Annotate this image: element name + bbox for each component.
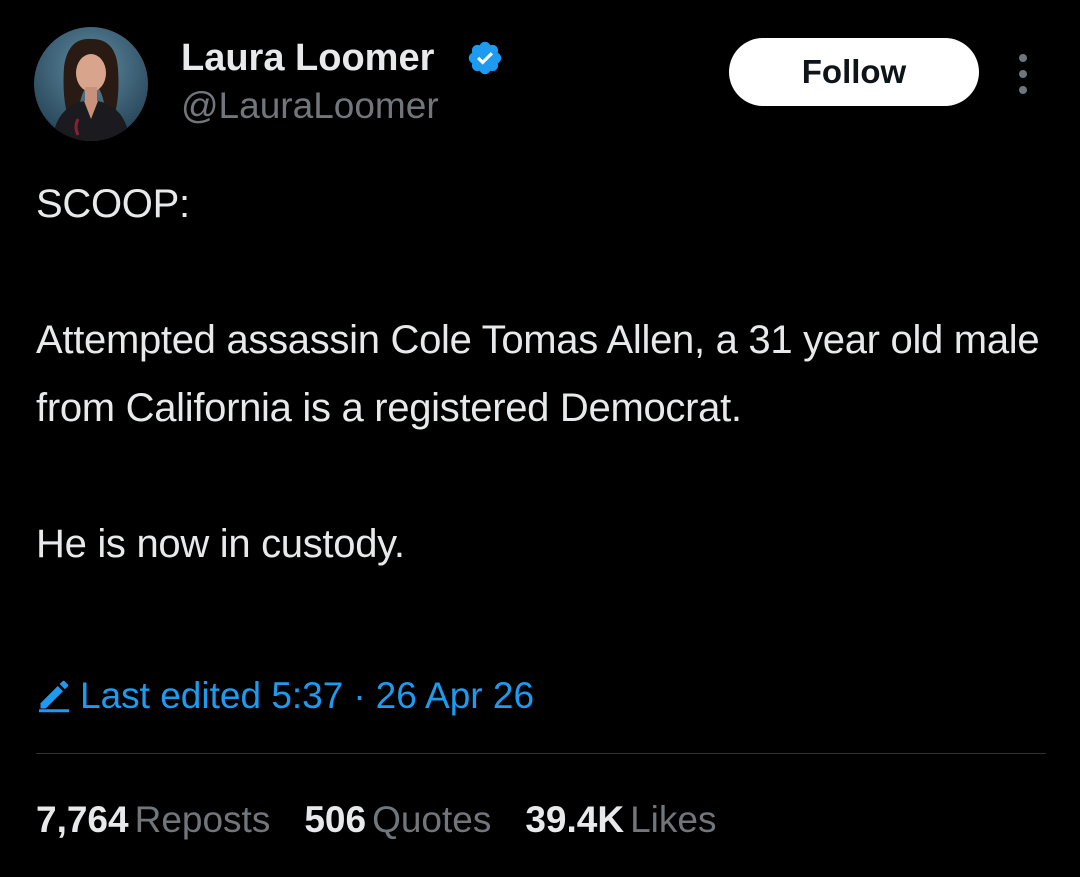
- quotes-stat[interactable]: 506 Quotes: [304, 795, 491, 845]
- likes-count: 39.4K: [525, 799, 625, 840]
- last-edited-link[interactable]: Last edited 5:37 · 26 Apr 26: [36, 670, 534, 722]
- avatar[interactable]: [34, 27, 148, 141]
- verified-badge-icon: [468, 41, 502, 75]
- avatar-image: [34, 27, 148, 141]
- divider: [36, 753, 1046, 754]
- follow-button[interactable]: Follow: [729, 38, 979, 106]
- reposts-label: Reposts: [134, 799, 271, 840]
- edited-date: 26 Apr 26: [375, 675, 535, 716]
- tweet-paragraph: Attempted assassin Cole Tomas Allen, a 3…: [36, 318, 1040, 430]
- more-options-icon[interactable]: [1010, 54, 1036, 94]
- edited-separator: ·: [353, 675, 366, 716]
- likes-stat[interactable]: 39.4K Likes: [525, 795, 716, 845]
- reposts-stat[interactable]: 7,764 Reposts: [36, 795, 270, 845]
- tweet-text: SCOOP: Attempted assassin Cole Tomas All…: [36, 170, 1056, 578]
- likes-label: Likes: [630, 799, 717, 840]
- edited-time: 5:37: [271, 675, 344, 716]
- tweet-paragraph: He is now in custody.: [36, 522, 405, 566]
- tweet-paragraph: SCOOP:: [36, 182, 190, 226]
- engagement-stats: 7,764 Reposts 506 Quotes 39.4K Likes: [36, 795, 750, 845]
- user-handle[interactable]: @LauraLoomer: [181, 84, 439, 128]
- pencil-icon: [39, 680, 69, 713]
- quotes-count: 506: [304, 799, 367, 840]
- display-name[interactable]: Laura Loomer: [181, 36, 434, 80]
- reposts-count: 7,764: [36, 799, 129, 840]
- edited-label: Last edited: [80, 675, 262, 716]
- tweet-card: Laura Loomer @LauraLoomer Follow SCOOP: …: [0, 0, 1080, 877]
- quotes-label: Quotes: [372, 799, 492, 840]
